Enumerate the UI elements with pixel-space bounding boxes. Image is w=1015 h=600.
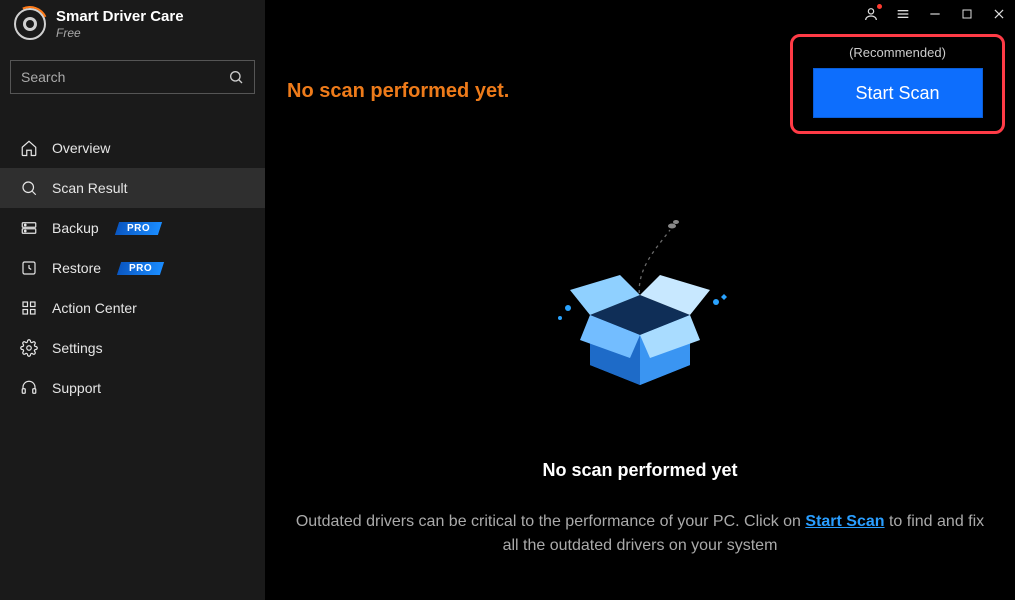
sidebar-item-overview[interactable]: Overview xyxy=(0,128,265,168)
window-controls xyxy=(863,6,1007,22)
sidebar-item-restore[interactable]: Restore PRO xyxy=(0,248,265,288)
desc-text-prefix: Outdated drivers can be critical to the … xyxy=(296,513,806,530)
grid-icon xyxy=(20,299,38,317)
search-input[interactable] xyxy=(21,69,228,85)
app-logo-icon xyxy=(14,8,46,40)
minimize-button[interactable] xyxy=(927,6,943,22)
pro-badge: PRO xyxy=(117,262,164,275)
start-scan-button[interactable]: Start Scan xyxy=(813,68,983,118)
app-title: Smart Driver Care xyxy=(56,8,184,25)
sidebar-item-label: Support xyxy=(52,380,101,396)
user-account-icon[interactable] xyxy=(863,6,879,22)
sidebar-item-label: Backup xyxy=(52,220,99,236)
pro-badge: PRO xyxy=(115,222,162,235)
backup-icon xyxy=(20,219,38,237)
sidebar-item-support[interactable]: Support xyxy=(0,368,265,408)
sidebar-item-label: Restore xyxy=(52,260,101,276)
sidebar-item-settings[interactable]: Settings xyxy=(0,328,265,368)
sidebar-item-label: Settings xyxy=(52,340,103,356)
close-button[interactable] xyxy=(991,6,1007,22)
scan-status-heading: No scan performed yet. xyxy=(287,80,509,103)
headset-icon xyxy=(20,379,38,397)
magnifier-icon xyxy=(20,179,38,197)
search-box[interactable] xyxy=(10,60,255,94)
sidebar-item-action-center[interactable]: Action Center xyxy=(0,288,265,328)
home-icon xyxy=(20,139,38,157)
sidebar-item-label: Overview xyxy=(52,140,110,156)
empty-state-title: No scan performed yet xyxy=(265,460,1015,481)
app-edition: Free xyxy=(56,26,184,40)
open-box-illustration xyxy=(530,200,750,400)
app-title-block: Smart Driver Care Free xyxy=(56,8,184,40)
sidebar: Smart Driver Care Free Overview xyxy=(0,0,265,600)
sidebar-item-backup[interactable]: Backup PRO xyxy=(0,208,265,248)
empty-state-description: Outdated drivers can be critical to the … xyxy=(265,510,1015,558)
hamburger-menu-icon[interactable] xyxy=(895,6,911,22)
app-window: Smart Driver Care Free Overview xyxy=(0,0,1015,600)
start-scan-panel: (Recommended) Start Scan xyxy=(790,34,1005,134)
main-panel: (Recommended) Start Scan No scan perform… xyxy=(265,0,1015,600)
start-scan-link[interactable]: Start Scan xyxy=(805,513,884,530)
recommended-label: (Recommended) xyxy=(849,45,946,60)
sidebar-item-scan-result[interactable]: Scan Result xyxy=(0,168,265,208)
app-logo-block: Smart Driver Care Free xyxy=(0,0,265,46)
sidebar-item-label: Scan Result xyxy=(52,180,127,196)
maximize-button[interactable] xyxy=(959,6,975,22)
sidebar-item-label: Action Center xyxy=(52,300,137,316)
gear-icon xyxy=(20,339,38,357)
restore-icon xyxy=(20,259,38,277)
sidebar-nav: Overview Scan Result Backup PRO Restore xyxy=(0,128,265,408)
search-icon[interactable] xyxy=(228,69,244,85)
